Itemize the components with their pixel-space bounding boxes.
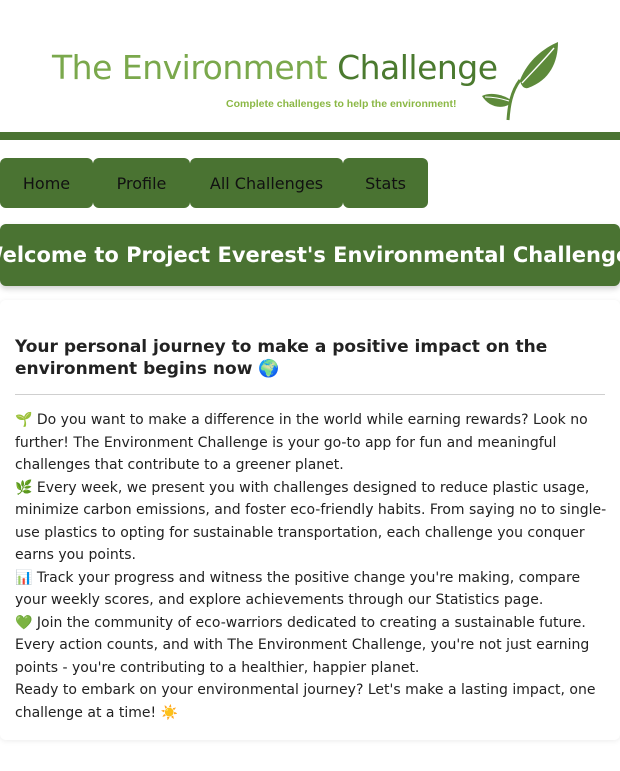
content-subtitle: Your personal journey to make a positive…: [15, 337, 548, 379]
nav-stats[interactable]: Stats: [343, 158, 428, 208]
site-title: The Environment Challenge: [52, 48, 498, 88]
welcome-banner: Welcome to Project Everest's Environment…: [0, 224, 620, 286]
paragraph-intro: 🌱 Do you want to make a difference in th…: [15, 412, 588, 473]
paragraph-cta: Ready to embark on your environmental jo…: [15, 682, 596, 721]
content-divider: [15, 394, 605, 395]
site-title-light: The Environment: [52, 48, 338, 87]
content-body: 🌱 Do you want to make a difference in th…: [15, 409, 609, 724]
paragraph-community: 💚 Join the community of eco-warriors ded…: [15, 614, 590, 676]
site-header: The Environment Challenge Complete chall…: [0, 0, 620, 132]
paragraph-track: 📊 Track your progress and witness the po…: [15, 569, 581, 609]
leaf-icon: [482, 42, 558, 121]
nav-all-challenges[interactable]: All Challenges: [190, 158, 343, 208]
header-divider-bar: [0, 132, 620, 140]
site-tagline: Complete challenges to help the environm…: [226, 98, 457, 110]
site-title-dark: Challenge: [337, 48, 498, 87]
paragraph-weekly: 🌿 Every week, we present you with challe…: [15, 479, 607, 564]
nav-home[interactable]: Home: [0, 158, 93, 208]
nav-profile[interactable]: Profile: [93, 158, 190, 208]
